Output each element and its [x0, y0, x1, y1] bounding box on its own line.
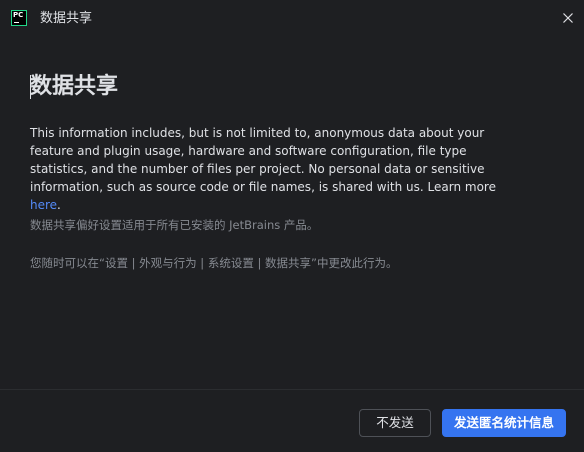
- window-title: 数据共享: [40, 11, 93, 26]
- send-statistics-button[interactable]: 发送匿名统计信息: [442, 409, 566, 437]
- description-paragraph: This information includes, but is not li…: [30, 124, 520, 214]
- pycharm-app-icon: PC: [11, 10, 27, 26]
- description-end: .: [57, 198, 61, 212]
- app-icon-underscore: [14, 22, 19, 23]
- page-title: 数据共享: [30, 70, 520, 104]
- decline-button[interactable]: 不发送: [359, 409, 431, 437]
- learn-more-link[interactable]: here: [30, 198, 57, 212]
- data-sharing-dialog: PC 数据共享 数据共享 This information includes, …: [0, 0, 584, 452]
- footer-divider: [0, 389, 584, 390]
- close-icon[interactable]: [560, 10, 576, 26]
- text-caret: [30, 75, 31, 99]
- description-text: This information includes, but is not li…: [30, 126, 496, 194]
- preference-note: 数据共享偏好设置适用于所有已安装的 JetBrains 产品。: [30, 218, 319, 232]
- dialog-content: 数据共享 This information includes, but is n…: [30, 70, 520, 270]
- page-title-text: 数据共享: [30, 74, 119, 99]
- title-bar: PC 数据共享: [0, 0, 584, 40]
- settings-path-note: 您随时可以在“设置 | 外观与行为 | 系统设置 | 数据共享”中更改此行为。: [30, 256, 398, 270]
- app-icon-text: PC: [13, 11, 24, 19]
